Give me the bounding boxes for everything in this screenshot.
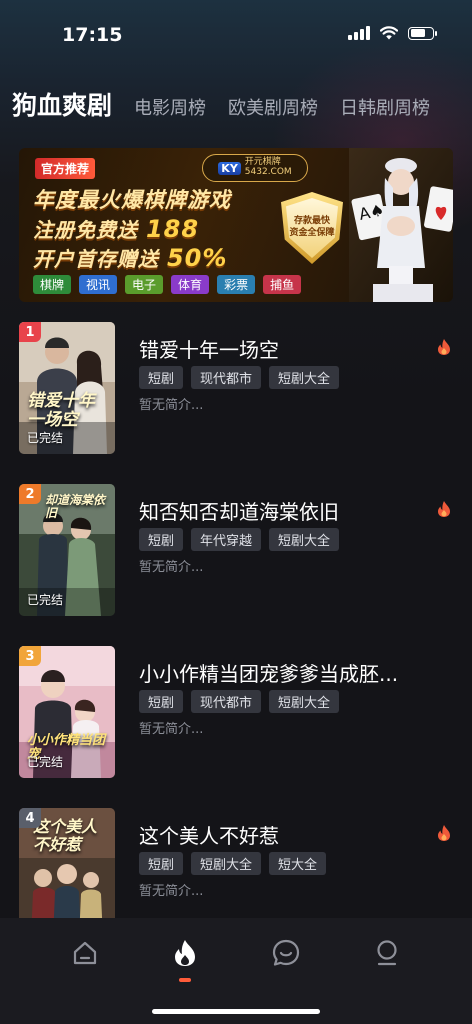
banner-chip: 棋牌 <box>33 275 72 294</box>
active-tab-indicator <box>179 978 191 982</box>
banner-chip: 视讯 <box>79 275 118 294</box>
status-time: 17:15 <box>62 24 123 46</box>
banner-offer-2-number: 50% <box>166 244 228 272</box>
banner-chip: 捕鱼 <box>263 275 302 294</box>
status-icons <box>348 26 437 40</box>
banner-offer-2-text: 开户首存赠送 <box>33 247 159 271</box>
banner-chip: 体育 <box>171 275 210 294</box>
nav-profile[interactable] <box>370 936 404 970</box>
nav-messages[interactable] <box>269 936 303 970</box>
drama-poster[interactable]: 却道海棠依旧 2 已完结 <box>19 484 115 616</box>
poster-title: 却道海棠依旧 <box>45 493 106 521</box>
profile-icon <box>377 940 397 966</box>
tag-list: 短剧 短剧大全 短大全 <box>139 852 327 875</box>
banner-offer-1-text: 注册免费送 <box>33 218 138 242</box>
tag[interactable]: 短剧 <box>139 690 184 713</box>
app-screen: 17:15 狗血爽剧 电影周榜 欧美剧周榜 日韩剧周榜 官方推荐 KY 开元棋牌… <box>0 0 472 1024</box>
rank-badge: 3 <box>19 646 41 666</box>
hot-flame-icon <box>438 825 450 841</box>
fire-icon <box>175 940 195 966</box>
promo-banner[interactable]: 官方推荐 KY 开元棋牌 5432.COM 年度最火爆棋牌游戏 注册免费送 18… <box>19 148 453 302</box>
tag[interactable]: 短大全 <box>269 852 327 875</box>
drama-description: 暂无简介... <box>139 398 204 413</box>
tag-list: 短剧 现代都市 短剧大全 <box>139 690 340 713</box>
banner-offer-2: 开户首存赠送 50% <box>33 243 227 272</box>
drama-poster[interactable]: 小小作精当团宠 3 已完结 <box>19 646 115 778</box>
rank-badge: 4 <box>19 808 41 828</box>
drama-title[interactable]: 错爱十年一场空 <box>139 334 429 363</box>
banner-chip: 电子 <box>125 275 164 294</box>
banner-category-chips: 棋牌 视讯 电子 体育 彩票 捕鱼 <box>33 275 302 294</box>
tag[interactable]: 年代穿越 <box>191 528 262 551</box>
poster-title: 这个美人不好惹 <box>33 817 98 854</box>
banner-logo-badge: KY <box>218 161 241 175</box>
tab-jk-weekly[interactable]: 日韩剧周榜 <box>340 94 430 120</box>
tag-list: 短剧 年代穿越 短剧大全 <box>139 528 340 551</box>
rank-badge: 2 <box>19 484 41 504</box>
cellular-signal-icon <box>348 26 370 40</box>
tab-movie-weekly[interactable]: 电影周榜 <box>134 94 206 120</box>
finished-label: 已完结 <box>27 755 64 769</box>
list-item[interactable]: 小小作精当团宠 3 已完结 小小作精当团宠爹爹当成胚... 短剧 现代都市 短剧… <box>0 646 472 780</box>
banner-logo-url: 5432.COM <box>244 167 292 177</box>
tab-western-weekly[interactable]: 欧美剧周榜 <box>228 94 318 120</box>
hot-flame-icon <box>438 501 450 517</box>
drama-poster[interactable]: 错爱十年一场空 1 已完结 <box>19 322 115 454</box>
category-tabs: 狗血爽剧 电影周榜 欧美剧周榜 日韩剧周榜 <box>12 86 472 122</box>
nav-hot[interactable] <box>168 936 202 970</box>
banner-model-image: A♠ <box>349 148 453 302</box>
poster-title: 错爱十年一场空 <box>27 391 95 430</box>
banner-offer-1-number: 188 <box>145 215 200 243</box>
drama-description: 暂无简介... <box>139 884 204 899</box>
tag[interactable]: 短剧大全 <box>269 366 340 389</box>
banner-tag: 官方推荐 <box>35 158 96 179</box>
tag[interactable]: 短剧 <box>139 366 184 389</box>
banner-shield-line-2: 资金全保障 <box>289 228 335 238</box>
wifi-icon <box>380 26 398 40</box>
banner-chip: 彩票 <box>217 275 256 294</box>
drama-description: 暂无简介... <box>139 722 204 737</box>
drama-title[interactable]: 知否知否却道海棠依旧 <box>139 496 429 525</box>
status-bar: 17:15 <box>0 0 472 70</box>
tag[interactable]: 短剧大全 <box>191 852 262 875</box>
hot-flame-icon <box>438 339 450 355</box>
home-icon <box>73 941 97 965</box>
tag[interactable]: 短剧 <box>139 528 184 551</box>
rank-badge: 1 <box>19 322 41 342</box>
drama-title[interactable]: 小小作精当团宠爹爹当成胚... <box>139 658 429 687</box>
chat-icon <box>272 939 300 966</box>
battery-icon <box>408 26 437 40</box>
banner-logo-text: 开元棋牌 5432.COM <box>244 157 292 178</box>
finished-label: 已完结 <box>27 593 64 607</box>
nav-home[interactable] <box>68 936 102 970</box>
banner-shield-label: 存款最快 资金全保障 <box>286 198 338 258</box>
list-item[interactable]: 却道海棠依旧 2 已完结 知否知否却道海棠依旧 短剧 年代穿越 短剧大全 暂无简… <box>0 484 472 618</box>
banner-logo: KY 开元棋牌 5432.COM <box>202 154 308 182</box>
tab-dog-blood-drama[interactable]: 狗血爽剧 <box>12 86 112 122</box>
banner-offer-1: 注册免费送 188 <box>33 214 199 243</box>
tag[interactable]: 短剧 <box>139 852 184 875</box>
tag[interactable]: 短剧大全 <box>269 690 340 713</box>
drama-title[interactable]: 这个美人不好惹 <box>139 820 429 849</box>
banner-headline: 年度最火爆棋牌游戏 <box>33 188 231 212</box>
tag[interactable]: 现代都市 <box>191 366 262 389</box>
list-item[interactable]: 错爱十年一场空 1 已完结 错爱十年一场空 短剧 现代都市 短剧大全 暂无简介.… <box>0 322 472 456</box>
banner-logo-name: 开元棋牌 <box>244 157 281 168</box>
tag-list: 短剧 现代都市 短剧大全 <box>139 366 340 389</box>
tag[interactable]: 短剧大全 <box>269 528 340 551</box>
banner-shield-line-1: 存款最快 <box>293 216 330 227</box>
home-indicator-bar[interactable] <box>152 1009 320 1014</box>
finished-label: 已完结 <box>27 431 64 445</box>
tag[interactable]: 现代都市 <box>191 690 262 713</box>
drama-description: 暂无简介... <box>139 560 204 575</box>
